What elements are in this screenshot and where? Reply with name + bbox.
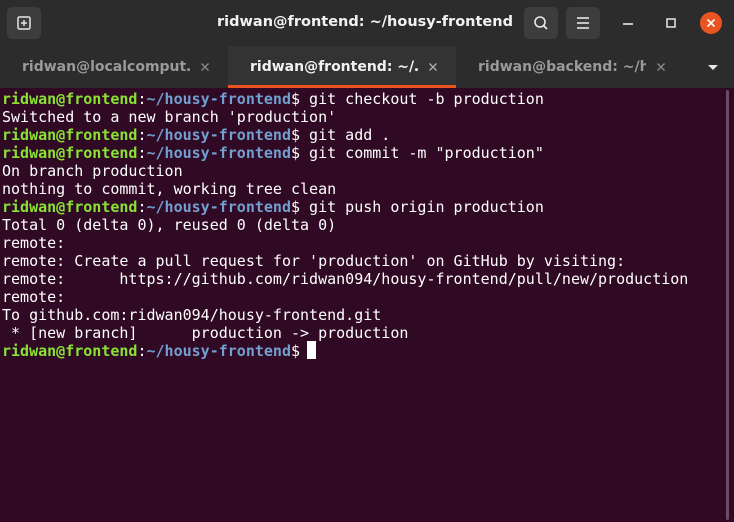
output-line: remote: [2,234,66,252]
maximize-icon [666,18,676,28]
terminal-output[interactable]: ridwan@frontend:~/housy-frontend$ git ch… [0,88,722,522]
output-line: Switched to a new branch 'production' [2,108,337,126]
search-button[interactable] [524,7,558,39]
new-tab-icon [17,16,31,30]
command-line: ridwan@frontend:~/housy-frontend$ git pu… [2,198,544,216]
command-text: git add . [300,126,391,144]
prompt-user: ridwan@frontend [2,90,138,108]
prompt-symbol: $ [291,198,301,216]
output-line: * [new branch] production -> production [2,324,409,342]
prompt-separator: : [137,90,147,108]
tab-list-dropdown-icon[interactable] [700,60,726,76]
tab-localcomputer[interactable]: ridwan@localcomput… [0,46,228,88]
scrollbar-thumb[interactable] [726,90,729,520]
search-icon [534,16,548,30]
window-title: ridwan@frontend: ~/housy-frontend [217,14,513,30]
tab-bar: ridwan@localcomput… ridwan@frontend: ~/…… [0,46,734,88]
output-line: remote: https://github.com/ridwan094/hou… [2,270,689,288]
command-line: ridwan@frontend:~/housy-frontend$ git ch… [2,90,544,108]
close-button[interactable] [700,12,722,34]
title-bar: ridwan@frontend: ~/housy-frontend [0,0,734,46]
output-line: To github.com:ridwan094/housy-frontend.g… [2,306,382,324]
close-icon [706,18,716,28]
prompt-user: ridwan@frontend [2,144,138,162]
prompt-user: ridwan@frontend [2,198,138,216]
output-line: remote: Create a pull request for 'produ… [2,252,626,270]
tab-close-icon[interactable] [654,60,668,74]
prompt-separator: : [137,126,147,144]
menu-button[interactable] [566,7,600,39]
prompt-symbol: $ [291,144,301,162]
tab-close-icon[interactable] [426,60,440,74]
new-tab-button[interactable] [7,7,41,39]
prompt-path: ~/housy-frontend [146,126,292,144]
terminal-window: ridwan@frontend: ~/housy-frontend ridwan… [0,0,734,522]
prompt-user: ridwan@frontend [2,342,138,360]
prompt-symbol: $ [291,342,301,360]
tab-label: ridwan@localcomput… [22,59,190,75]
hamburger-menu-icon [577,17,589,29]
command-text: git checkout -b production [300,90,544,108]
command-line: ridwan@frontend:~/housy-frontend$ git ad… [2,126,390,144]
output-line: remote: [2,288,66,306]
output-line: Total 0 (delta 0), reused 0 (delta 0) [2,216,337,234]
prompt-user: ridwan@frontend [2,126,138,144]
output-line: nothing to commit, working tree clean [2,180,337,198]
tab-close-icon[interactable] [198,60,212,74]
scrollbar[interactable] [722,88,734,522]
tab-frontend[interactable]: ridwan@frontend: ~/… [228,46,456,88]
minimize-icon [623,23,633,25]
prompt-separator: : [137,198,147,216]
command-text: git commit -m "production" [300,144,544,162]
prompt-separator: : [137,342,147,360]
minimize-button[interactable] [617,12,639,34]
prompt-path: ~/housy-frontend [146,342,292,360]
prompt-separator: : [137,144,147,162]
command-text: git push origin production [300,198,544,216]
prompt-path: ~/housy-frontend [146,144,292,162]
command-line: ridwan@frontend:~/housy-frontend$ [2,342,309,360]
text-cursor [307,341,316,359]
tab-label: ridwan@frontend: ~/… [250,59,418,75]
prompt-path: ~/housy-frontend [146,198,292,216]
prompt-symbol: $ [291,126,301,144]
command-line: ridwan@frontend:~/housy-frontend$ git co… [2,144,544,162]
prompt-symbol: $ [291,90,301,108]
prompt-path: ~/housy-frontend [146,90,292,108]
maximize-button[interactable] [660,12,682,34]
tab-backend[interactable]: ridwan@backend: ~/h… [456,46,684,88]
tab-label: ridwan@backend: ~/h… [478,59,646,75]
output-line: On branch production [2,162,183,180]
